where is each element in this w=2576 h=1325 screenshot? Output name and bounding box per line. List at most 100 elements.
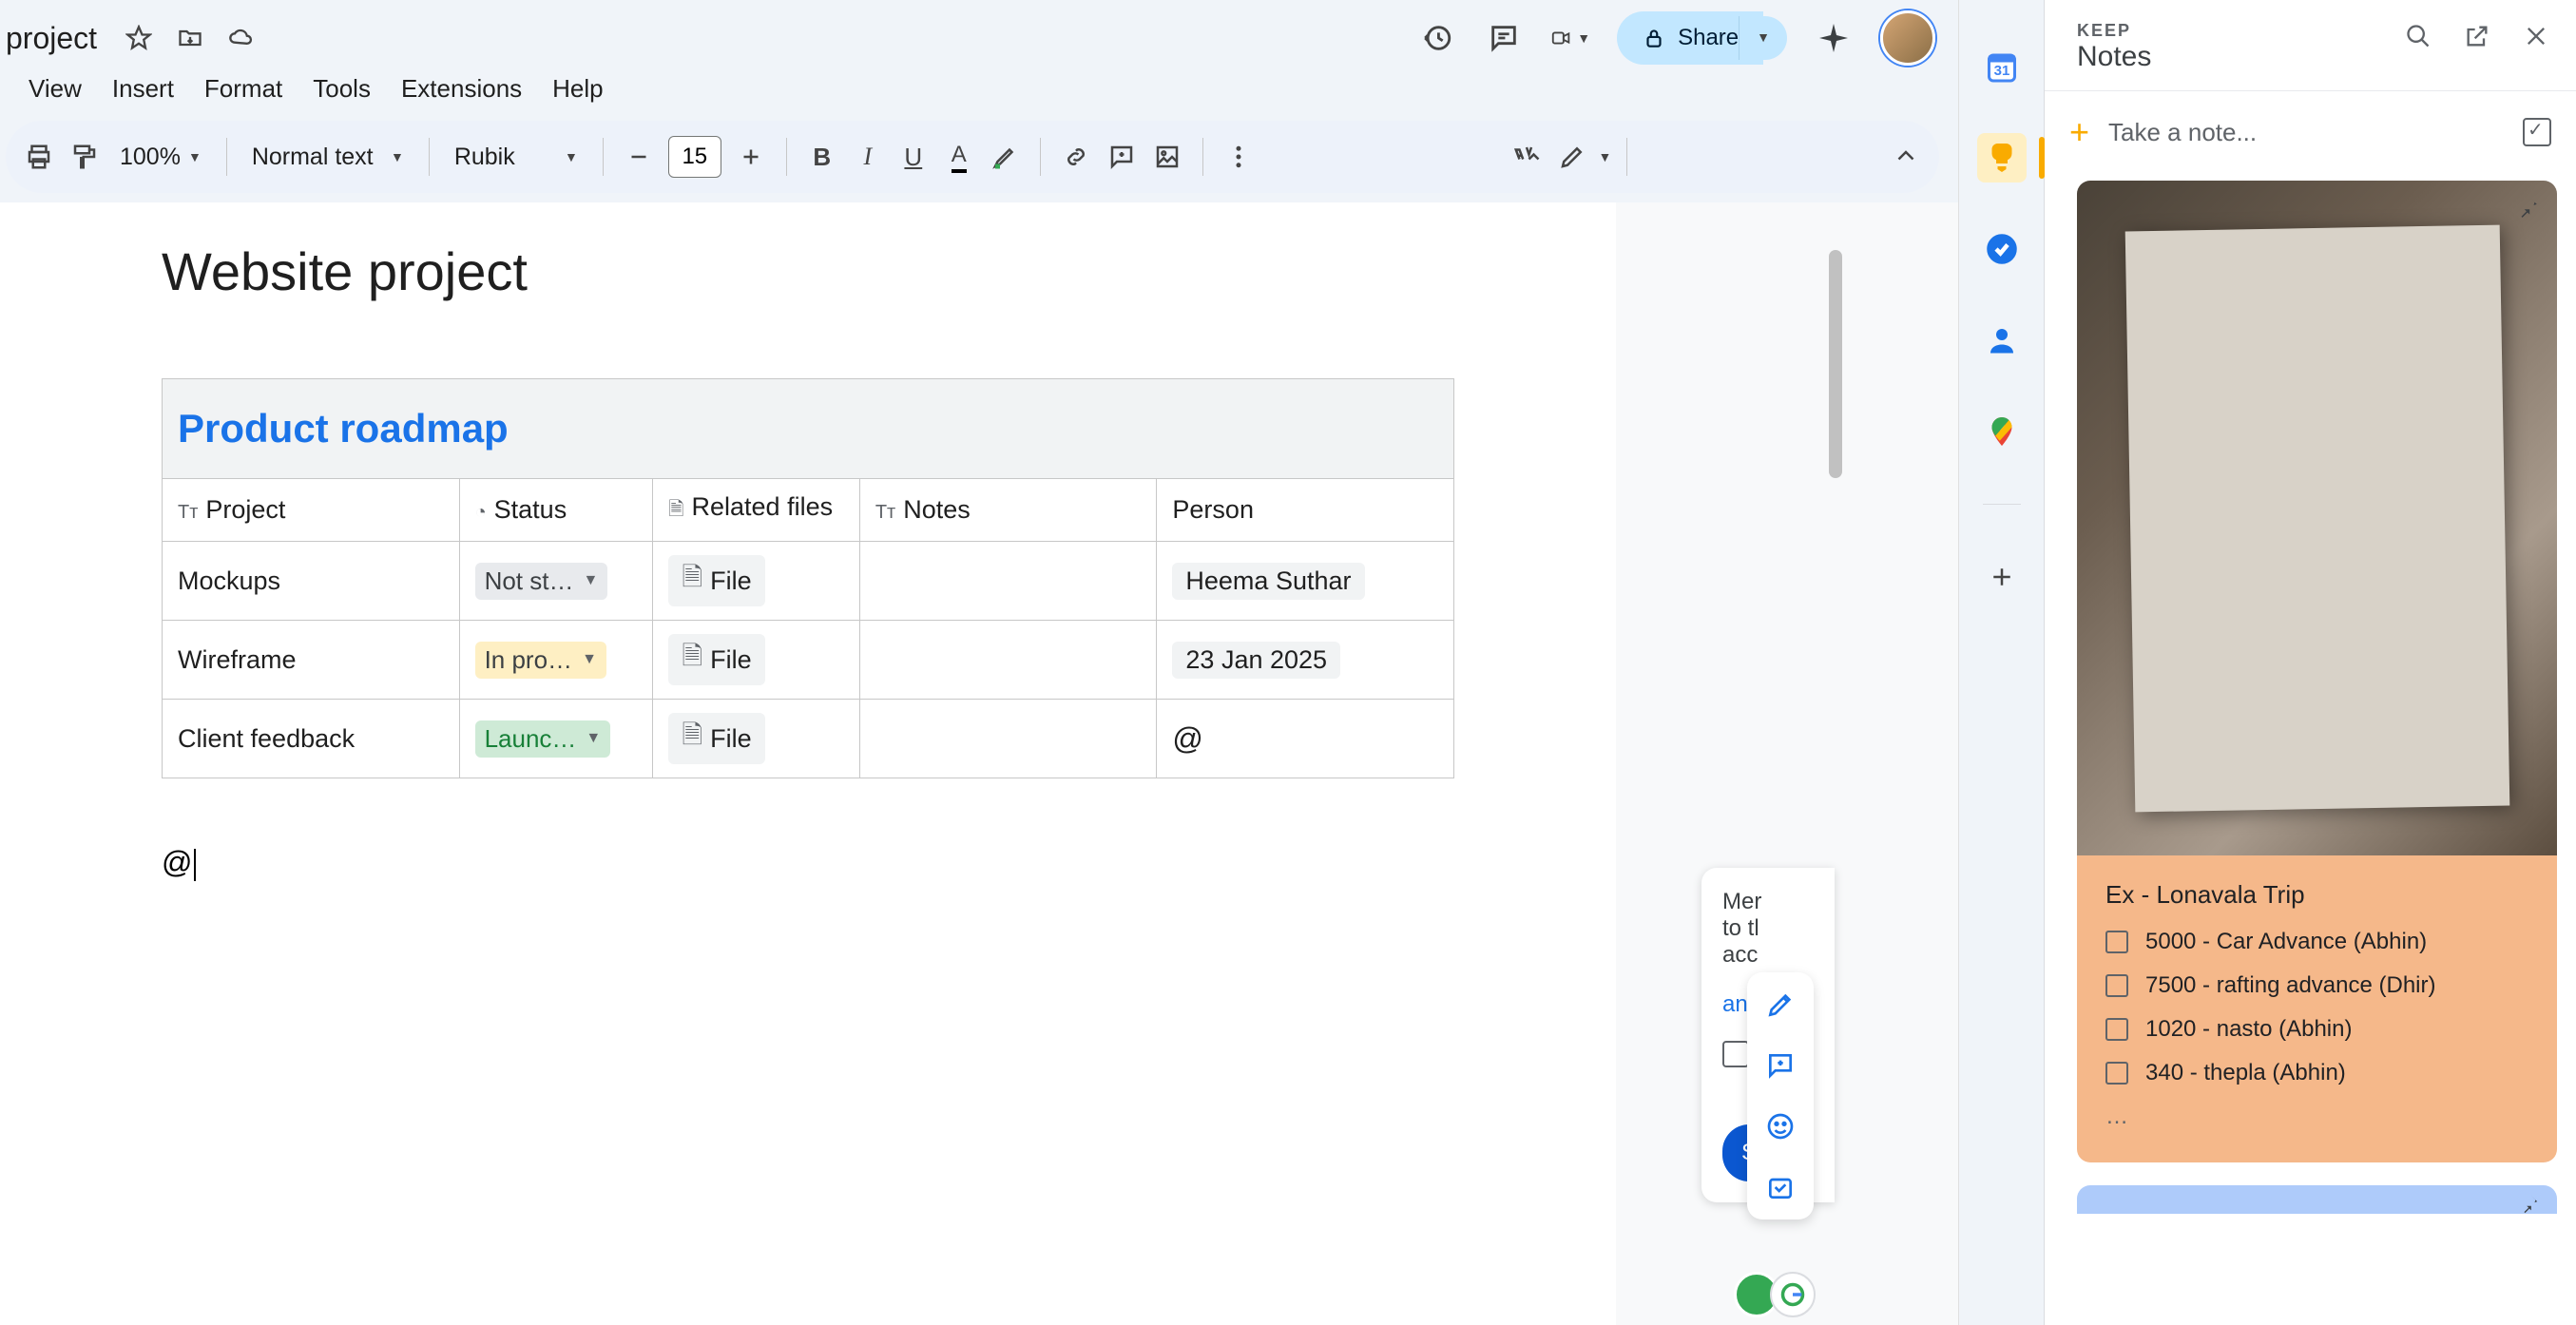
- take-note-input[interactable]: Take a note...: [2108, 118, 2504, 147]
- underline-icon[interactable]: U: [894, 137, 933, 177]
- rail-maps[interactable]: [1977, 407, 2027, 456]
- cell-person[interactable]: @: [1157, 700, 1454, 778]
- emoji-icon[interactable]: [1761, 1107, 1799, 1145]
- suggest-icon[interactable]: [1761, 1168, 1799, 1206]
- menu-view[interactable]: View: [21, 70, 89, 107]
- cell-status[interactable]: Not st…▼: [459, 542, 653, 621]
- table-row[interactable]: Client feedback Launc…▼ 🗎File @: [163, 700, 1454, 778]
- checkbox[interactable]: [2105, 1062, 2128, 1085]
- note-item[interactable]: 1020 - nasto (Abhin): [2105, 1016, 2528, 1043]
- text-color-icon[interactable]: A: [939, 137, 979, 177]
- note-item[interactable]: 5000 - Car Advance (Abhin): [2105, 929, 2528, 955]
- file-chip[interactable]: 🗎File: [668, 713, 764, 764]
- note-item[interactable]: 7500 - rafting advance (Dhir): [2105, 972, 2528, 999]
- add-comment-icon[interactable]: [1761, 1047, 1799, 1085]
- gemini-icon[interactable]: [1814, 18, 1854, 58]
- cell-file[interactable]: 🗎File: [653, 700, 859, 778]
- new-list-icon[interactable]: [2523, 118, 2551, 146]
- person-chip[interactable]: Heema Suthar: [1172, 563, 1364, 600]
- increase-font-icon[interactable]: [731, 137, 771, 177]
- cell-project[interactable]: Wireframe: [163, 621, 460, 700]
- share-dropdown-button[interactable]: ▼: [1739, 16, 1787, 60]
- highlight-icon[interactable]: [985, 137, 1025, 177]
- status-chip-inprogress[interactable]: In pro…▼: [475, 642, 606, 679]
- col-person[interactable]: Person: [1157, 479, 1454, 542]
- note-body[interactable]: Ex - Lonavala Trip 5000 - Car Advance (A…: [2077, 855, 2557, 1162]
- table-row[interactable]: Wireframe In pro…▼ 🗎File 23 Jan 2025: [163, 621, 1454, 700]
- rail-keep[interactable]: [1977, 133, 2027, 182]
- pin-icon[interactable]: [2515, 194, 2540, 219]
- note-image[interactable]: [2077, 181, 2557, 855]
- font-select[interactable]: Rubik▼: [445, 144, 587, 171]
- cursor-line[interactable]: @: [162, 845, 1454, 881]
- collapse-toolbar-icon[interactable]: [1886, 137, 1926, 177]
- note-card-partial[interactable]: [2077, 1185, 2557, 1214]
- cell-person[interactable]: 23 Jan 2025: [1157, 621, 1454, 700]
- table-row[interactable]: Mockups Not st…▼ 🗎File Heema Suthar: [163, 542, 1454, 621]
- cell-file[interactable]: 🗎File: [653, 542, 859, 621]
- chevron-down-icon[interactable]: ▼: [1598, 149, 1611, 164]
- account-avatar[interactable]: [1880, 10, 1935, 66]
- move-icon[interactable]: [175, 23, 205, 53]
- menu-insert[interactable]: Insert: [105, 70, 182, 107]
- status-chip-launched[interactable]: Launc…▼: [475, 720, 611, 758]
- meet-button[interactable]: ▼: [1550, 18, 1590, 58]
- zoom-select[interactable]: 100%▼: [110, 144, 211, 171]
- rail-contacts[interactable]: [1977, 316, 2027, 365]
- rail-add[interactable]: [1977, 552, 2027, 602]
- edit-pen-icon[interactable]: [1761, 986, 1799, 1024]
- cell-file[interactable]: 🗎File: [653, 621, 859, 700]
- history-icon[interactable]: [1417, 18, 1457, 58]
- close-icon[interactable]: [2521, 21, 2551, 51]
- print-icon[interactable]: [19, 137, 59, 177]
- roadmap-table[interactable]: Product roadmap TᴛProject ◔Status 🗎Relat…: [162, 378, 1454, 778]
- comments-icon[interactable]: [1484, 18, 1524, 58]
- decrease-font-icon[interactable]: [619, 137, 659, 177]
- cell-project[interactable]: Client feedback: [163, 700, 460, 778]
- italic-icon[interactable]: I: [848, 137, 888, 177]
- add-comment-icon[interactable]: [1102, 137, 1142, 177]
- spellcheck-icon[interactable]: [1507, 137, 1547, 177]
- search-icon[interactable]: [2403, 21, 2433, 51]
- col-status[interactable]: ◔Status: [459, 479, 653, 542]
- cell-notes[interactable]: [859, 700, 1157, 778]
- scrollbar[interactable]: [1829, 250, 1842, 478]
- font-size-input[interactable]: [668, 136, 721, 178]
- rail-calendar[interactable]: 31: [1977, 42, 2027, 91]
- note-title[interactable]: Ex - Lonavala Trip: [2105, 880, 2528, 910]
- menu-tools[interactable]: Tools: [305, 70, 378, 107]
- file-chip[interactable]: 🗎File: [668, 555, 764, 606]
- mention-trigger[interactable]: @: [1172, 721, 1202, 756]
- bold-icon[interactable]: B: [802, 137, 842, 177]
- document-canvas[interactable]: Website project Product roadmap TᴛProjec…: [0, 202, 1958, 1325]
- document-title[interactable]: project: [6, 21, 106, 56]
- take-note-row[interactable]: + Take a note...: [2045, 91, 2576, 173]
- pin-icon[interactable]: [2519, 1193, 2540, 1214]
- comment-checkbox[interactable]: [1722, 1041, 1749, 1067]
- checkbox[interactable]: [2105, 974, 2128, 997]
- note-card[interactable]: Ex - Lonavala Trip 5000 - Car Advance (A…: [2077, 181, 2557, 1162]
- keep-notes-list[interactable]: Ex - Lonavala Trip 5000 - Car Advance (A…: [2045, 173, 2576, 1325]
- cell-notes[interactable]: [859, 542, 1157, 621]
- cell-status[interactable]: In pro…▼: [459, 621, 653, 700]
- table-title[interactable]: Product roadmap: [178, 406, 1438, 451]
- cell-project[interactable]: Mockups: [163, 542, 460, 621]
- checkbox[interactable]: [2105, 1018, 2128, 1041]
- cloud-status-icon[interactable]: [226, 23, 257, 53]
- status-chip-notstarted[interactable]: Not st…▼: [475, 563, 608, 600]
- more-icon[interactable]: [1219, 137, 1259, 177]
- menu-extensions[interactable]: Extensions: [394, 70, 529, 107]
- menu-format[interactable]: Format: [197, 70, 290, 107]
- link-icon[interactable]: [1056, 137, 1096, 177]
- col-project[interactable]: TᴛProject: [163, 479, 460, 542]
- editing-mode-icon[interactable]: [1552, 137, 1592, 177]
- open-in-new-icon[interactable]: [2462, 21, 2492, 51]
- paint-format-icon[interactable]: [65, 137, 105, 177]
- cell-status[interactable]: Launc…▼: [459, 700, 653, 778]
- file-chip[interactable]: 🗎File: [668, 634, 764, 685]
- note-item[interactable]: 340 - thepla (Abhin): [2105, 1060, 2528, 1086]
- col-notes[interactable]: TᴛNotes: [859, 479, 1157, 542]
- insert-image-icon[interactable]: [1147, 137, 1187, 177]
- cell-notes[interactable]: [859, 621, 1157, 700]
- paragraph-style-select[interactable]: Normal text▼: [242, 144, 413, 171]
